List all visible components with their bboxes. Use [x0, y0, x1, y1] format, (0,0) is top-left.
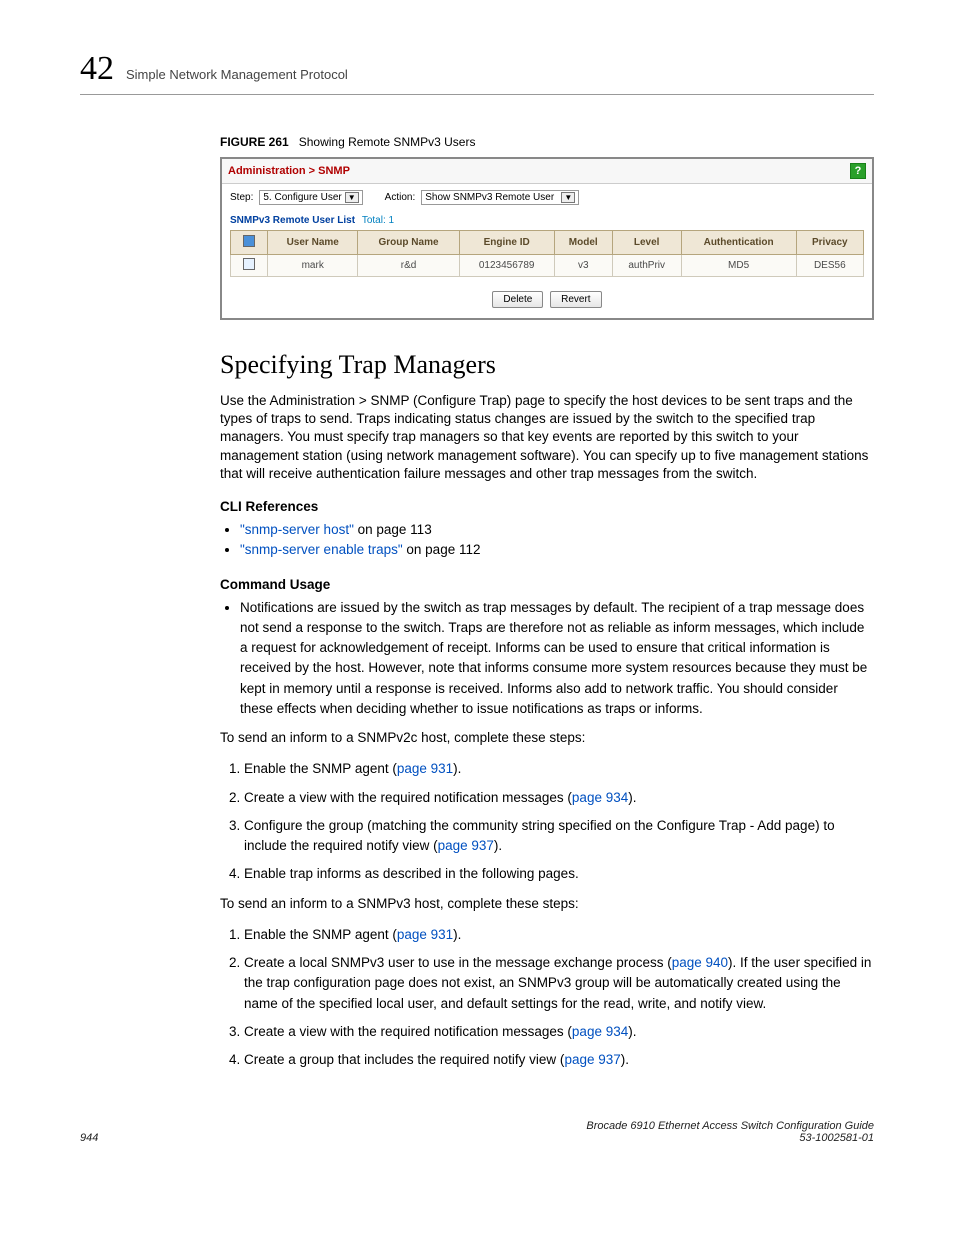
- cell-group: r&d: [358, 255, 459, 277]
- step-item: Create a view with the required notifica…: [244, 788, 874, 808]
- col-auth: Authentication: [681, 231, 796, 255]
- cli-link[interactable]: "snmp-server host": [240, 522, 354, 537]
- figure-label: FIGURE 261: [220, 135, 289, 149]
- cli-ref-item: "snmp-server enable traps" on page 112: [240, 540, 874, 560]
- row-checkbox[interactable]: [243, 258, 255, 270]
- cli-link[interactable]: "snmp-server enable traps": [240, 542, 403, 557]
- list-total: Total: 1: [362, 215, 394, 226]
- intro-paragraph: Use the Administration > SNMP (Configure…: [220, 392, 874, 483]
- page-link[interactable]: page 934: [572, 1024, 628, 1039]
- cell-model: v3: [554, 255, 612, 277]
- page-link[interactable]: page 937: [564, 1052, 620, 1067]
- col-user: User Name: [268, 231, 358, 255]
- select-all-checkbox[interactable]: [243, 235, 255, 247]
- page-number: 944: [80, 1132, 98, 1144]
- step-select[interactable]: 5. Configure User ▼: [259, 190, 362, 205]
- help-icon[interactable]: ?: [850, 163, 866, 179]
- chapter-title: Simple Network Management Protocol: [126, 67, 348, 82]
- cli-ref-item: "snmp-server host" on page 113: [240, 520, 874, 540]
- col-model: Model: [554, 231, 612, 255]
- running-header: 42 Simple Network Management Protocol: [80, 50, 874, 95]
- step-item: Create a view with the required notifica…: [244, 1022, 874, 1042]
- figure-title: Showing Remote SNMPv3 Users: [299, 135, 476, 149]
- page-link[interactable]: page 931: [397, 761, 453, 776]
- breadcrumb: Administration > SNMP: [228, 165, 350, 177]
- page-link[interactable]: page 934: [572, 790, 628, 805]
- v3-lead: To send an inform to a SNMPv3 host, comp…: [220, 895, 874, 913]
- step-select-value: 5. Configure User: [263, 192, 341, 203]
- figure-caption: FIGURE 261 Showing Remote SNMPv3 Users: [220, 135, 874, 149]
- section-heading: Specifying Trap Managers: [220, 350, 874, 380]
- command-usage-heading: Command Usage: [220, 577, 874, 592]
- cli-suffix: on page 113: [354, 522, 432, 537]
- action-label: Action:: [385, 192, 416, 203]
- col-engine: Engine ID: [459, 231, 554, 255]
- cell-level: authPriv: [612, 255, 681, 277]
- cell-engine: 0123456789: [459, 255, 554, 277]
- step-item: Enable the SNMP agent (page 931).: [244, 925, 874, 945]
- revert-button[interactable]: Revert: [550, 291, 601, 308]
- page-link[interactable]: page 937: [438, 838, 494, 853]
- cell-auth: MD5: [681, 255, 796, 277]
- list-title-text: SNMPv3 Remote User List: [230, 215, 355, 226]
- step-item: Enable the SNMP agent (page 931).: [244, 759, 874, 779]
- col-level: Level: [612, 231, 681, 255]
- page-footer: 944 Brocade 6910 Ethernet Access Switch …: [80, 1120, 874, 1144]
- step-label: Step:: [230, 192, 253, 203]
- user-table: User Name Group Name Engine ID Model Lev…: [230, 230, 864, 277]
- col-group: Group Name: [358, 231, 459, 255]
- chevron-down-icon: ▼: [561, 192, 575, 203]
- list-title: SNMPv3 Remote User List Total: 1: [222, 211, 872, 230]
- delete-button[interactable]: Delete: [492, 291, 543, 308]
- step-item: Create a local SNMPv3 user to use in the…: [244, 953, 874, 1014]
- usage-bullet: Notifications are issued by the switch a…: [240, 598, 874, 720]
- step-item: Configure the group (matching the commun…: [244, 816, 874, 857]
- cli-suffix: on page 112: [403, 542, 481, 557]
- snmp-admin-panel: Administration > SNMP ? Step: 5. Configu…: [220, 157, 874, 320]
- action-select[interactable]: Show SNMPv3 Remote User ▼: [421, 190, 579, 205]
- step-item: Enable trap informs as described in the …: [244, 864, 874, 884]
- action-select-value: Show SNMPv3 Remote User: [425, 192, 554, 203]
- page-link[interactable]: page 940: [672, 955, 728, 970]
- cell-priv: DES56: [796, 255, 863, 277]
- chapter-number: 42: [80, 50, 114, 88]
- cli-references-heading: CLI References: [220, 499, 874, 514]
- table-header-row: User Name Group Name Engine ID Model Lev…: [231, 231, 864, 255]
- page-link[interactable]: page 931: [397, 927, 453, 942]
- col-priv: Privacy: [796, 231, 863, 255]
- v2c-lead: To send an inform to a SNMPv2c host, com…: [220, 729, 874, 747]
- doc-title: Brocade 6910 Ethernet Access Switch Conf…: [586, 1120, 874, 1132]
- step-item: Create a group that includes the require…: [244, 1050, 874, 1070]
- table-row: mark r&d 0123456789 v3 authPriv MD5 DES5…: [231, 255, 864, 277]
- cell-user: mark: [268, 255, 358, 277]
- doc-number: 53-1002581-01: [799, 1132, 874, 1144]
- chevron-down-icon: ▼: [345, 192, 359, 203]
